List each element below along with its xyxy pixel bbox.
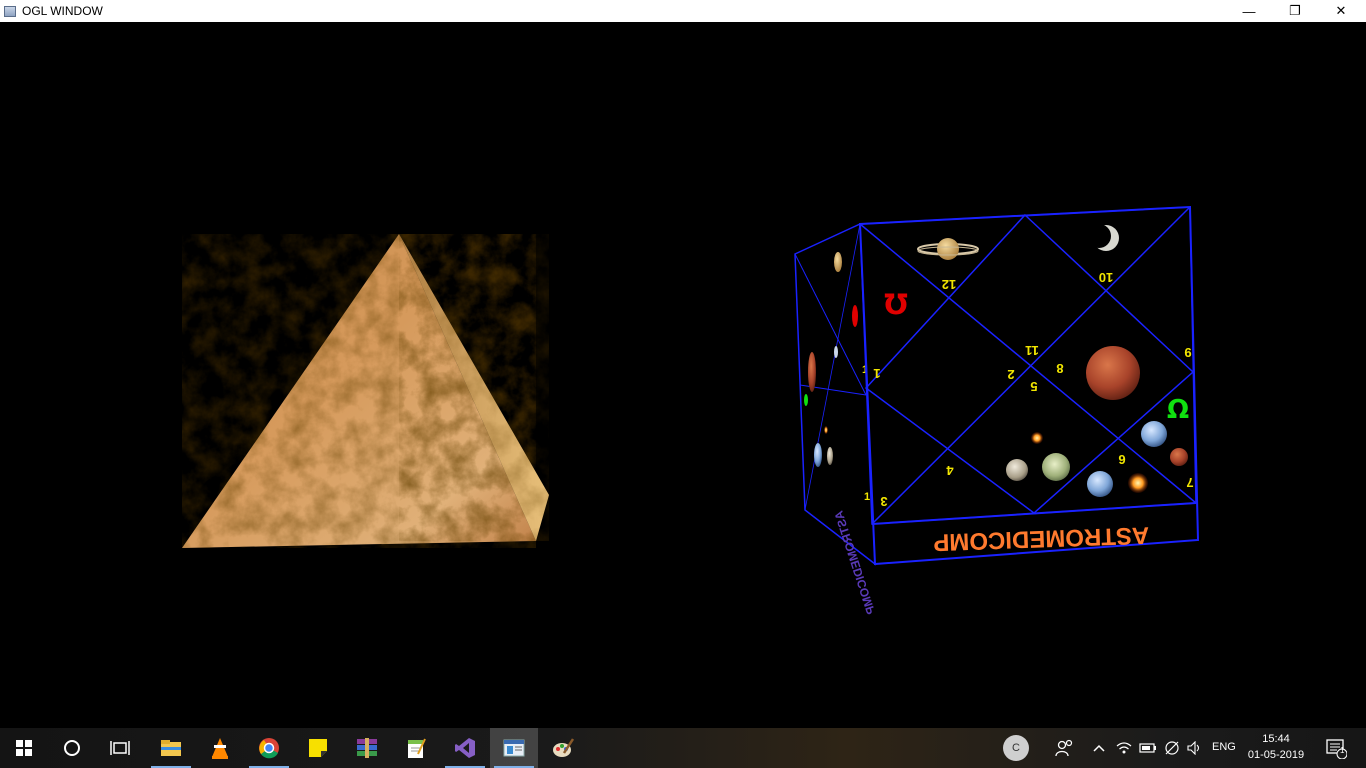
uranus-icon <box>1087 471 1113 497</box>
opengl-canvas[interactable]: ASTROMEDICOMP 1 1 Ω Ω 12 10 1 11 2 8 9 5… <box>0 22 1366 728</box>
house-number-3: 3 <box>880 494 887 509</box>
house-number-8: 8 <box>1056 361 1063 376</box>
user-initial: C <box>1003 735 1029 761</box>
clock-date: 01-05-2019 <box>1247 749 1305 761</box>
start-button[interactable] <box>0 728 48 768</box>
taskbar-ogl-window[interactable] <box>490 728 538 768</box>
cortana-circle-icon <box>64 740 80 756</box>
taskbar-notepad-plus[interactable] <box>392 728 440 768</box>
no-location-icon <box>1165 741 1179 755</box>
user-avatar[interactable]: C <box>992 728 1040 768</box>
taskbar-paint[interactable] <box>539 728 587 768</box>
restore-icon: ❐ <box>1289 3 1301 18</box>
app-window-icon <box>4 5 16 17</box>
taskbar-winrar[interactable] <box>343 728 391 768</box>
task-view-icon <box>110 741 130 755</box>
notification-count: 1 <box>1340 746 1345 755</box>
house-number-12: 12 <box>942 277 956 292</box>
house-number-6: 6 <box>1118 452 1125 467</box>
task-view-button[interactable] <box>96 728 144 768</box>
house-number-10: 10 <box>1099 270 1113 285</box>
close-button[interactable]: ✕ <box>1318 0 1364 22</box>
speaker-icon <box>1187 741 1200 755</box>
minimize-icon: — <box>1242 3 1256 19</box>
volume-button[interactable] <box>1184 728 1206 768</box>
people-button[interactable] <box>1040 728 1088 768</box>
restore-button[interactable]: ❐ <box>1272 0 1318 22</box>
taskbar-sticky-notes[interactable] <box>294 728 342 768</box>
moon-icon <box>1006 459 1028 481</box>
chevron-up-icon <box>1093 744 1105 752</box>
taskbar: C ENG 15:44 01-05-2019 1 <box>0 728 1366 768</box>
taskbar-file-explorer[interactable] <box>147 728 195 768</box>
clock[interactable]: 15:44 01-05-2019 <box>1240 731 1312 763</box>
minimize-button[interactable]: — <box>1226 0 1272 22</box>
paint-icon <box>553 738 574 757</box>
people-icon <box>1055 739 1073 757</box>
neptune-icon <box>1141 421 1167 447</box>
mars-icon <box>1086 346 1140 400</box>
taskbar-chrome[interactable] <box>245 728 293 768</box>
jupiter-icon <box>1042 453 1070 481</box>
action-center-button[interactable]: 1 <box>1316 728 1356 768</box>
house-number-5: 5 <box>1030 379 1037 394</box>
window-title: OGL WINDOW <box>22 4 103 18</box>
chrome-icon <box>259 738 279 759</box>
clock-time: 15:44 <box>1262 733 1290 745</box>
location-button[interactable] <box>1160 728 1184 768</box>
house-number-11: 11 <box>1025 343 1039 358</box>
wifi-icon <box>1116 742 1132 754</box>
battery-button[interactable] <box>1136 728 1160 768</box>
language-indicator[interactable]: ENG <box>1212 741 1236 753</box>
house-number-7: 7 <box>1186 475 1193 490</box>
sticky-notes-icon <box>309 739 327 757</box>
windows-logo-icon <box>16 740 32 756</box>
house-number-4: 4 <box>946 463 954 478</box>
search-button[interactable] <box>48 728 96 768</box>
small-sun-icon <box>1031 432 1043 444</box>
pyramid <box>182 234 549 548</box>
small-mars-icon <box>1170 448 1188 466</box>
taskbar-vlc[interactable] <box>196 728 244 768</box>
taskbar-visual-studio[interactable] <box>441 728 489 768</box>
file-explorer-icon <box>161 740 181 756</box>
battery-icon <box>1139 743 1156 753</box>
window-titlebar[interactable]: OGL WINDOW — ❐ ✕ <box>0 0 1366 22</box>
rahu-symbol: Ω <box>1167 395 1189 425</box>
network-button[interactable] <box>1112 728 1136 768</box>
close-icon: ✕ <box>1335 3 1347 18</box>
cube-side-house-number: 1 <box>864 491 870 503</box>
vlc-icon <box>212 738 228 759</box>
scene-svg: ASTROMEDICOMP 1 1 Ω Ω 12 10 1 11 2 8 9 5… <box>182 205 1200 616</box>
show-hidden-icons-button[interactable] <box>1086 728 1112 768</box>
ogl-window-icon <box>503 739 525 757</box>
sun-icon <box>1128 473 1148 493</box>
notepad-plus-icon <box>408 738 426 758</box>
ketu-symbol: Ω <box>884 286 908 319</box>
visual-studio-icon <box>455 738 475 758</box>
house-number-2: 2 <box>1007 367 1014 382</box>
house-number-9: 9 <box>1184 345 1191 360</box>
winrar-icon <box>357 738 377 758</box>
house-number-1: 1 <box>873 366 880 381</box>
cube-front-face: Ω Ω 12 10 1 11 2 8 9 5 6 4 3 7 ASTROMEDI… <box>858 205 1200 566</box>
